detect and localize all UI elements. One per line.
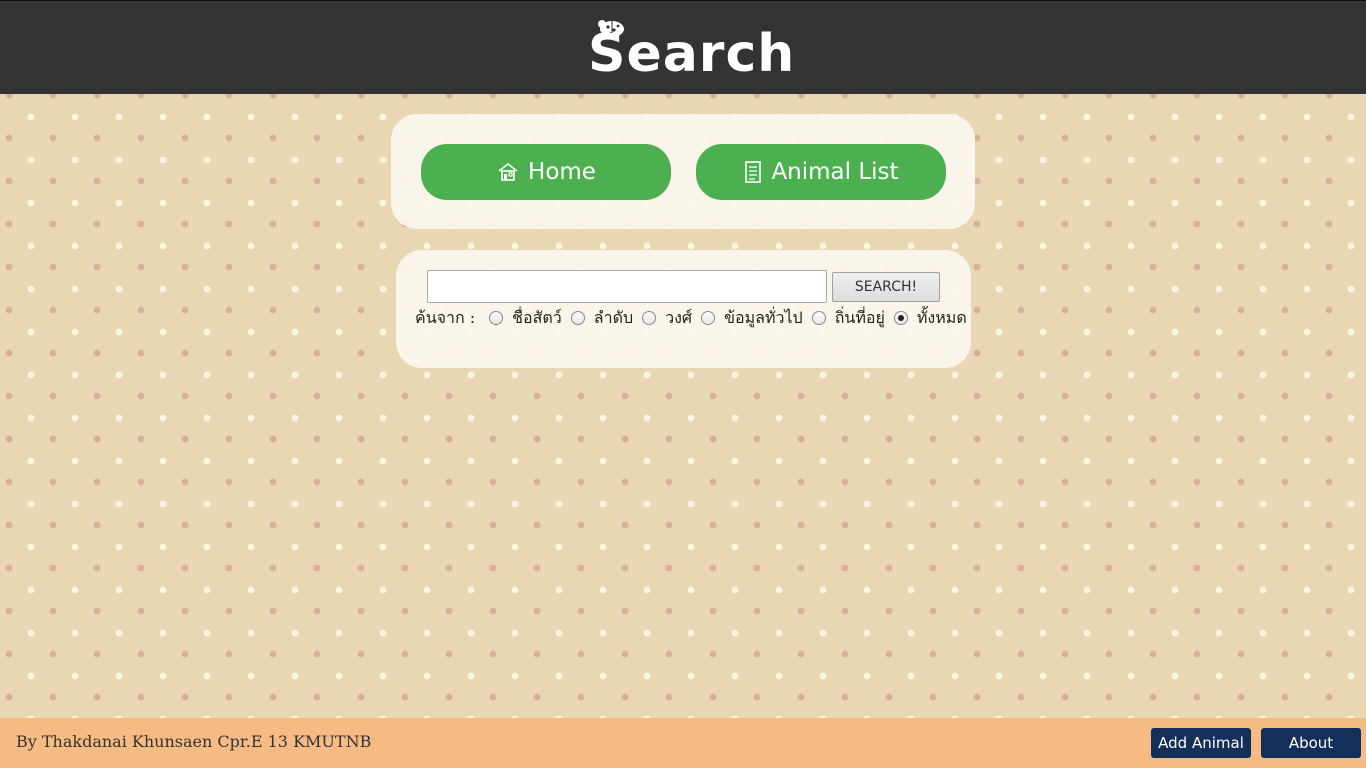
radio-general-info[interactable] bbox=[701, 311, 716, 325]
nav-panel: Home Animal List bbox=[391, 114, 975, 229]
home-icon bbox=[498, 162, 518, 181]
home-button-label: Home bbox=[528, 159, 596, 185]
site-logo[interactable]: Search bbox=[588, 15, 796, 89]
radio-animal-name[interactable] bbox=[489, 311, 504, 325]
animal-list-button[interactable]: Animal List bbox=[696, 144, 946, 200]
logo-text: Search bbox=[588, 24, 796, 84]
radio-family[interactable] bbox=[642, 311, 657, 325]
header-bar: Search bbox=[0, 0, 1366, 94]
search-button[interactable]: SEARCH! bbox=[832, 272, 940, 302]
filter-option-family[interactable]: วงศ์ bbox=[642, 306, 692, 331]
add-animal-button[interactable]: Add Animal bbox=[1151, 728, 1251, 758]
footer-bar: By Thakdanai Khunsaen Cpr.E 13 KMUTNB Ad… bbox=[0, 718, 1366, 768]
home-button[interactable]: Home bbox=[421, 144, 671, 200]
filter-option-order[interactable]: ลำดับ bbox=[570, 306, 634, 331]
filter-option-label: ลำดับ bbox=[593, 307, 634, 327]
document-icon bbox=[745, 161, 762, 183]
search-filter-row: ค้นจาก : ชื่อสัตว์ ลำดับ วงศ์ ข้อมูลทั่ว… bbox=[415, 306, 975, 330]
filter-option-general-info[interactable]: ข้อมูลทั่วไป bbox=[701, 306, 803, 331]
radio-habitat[interactable] bbox=[811, 311, 826, 325]
filter-option-animal-name[interactable]: ชื่อสัตว์ bbox=[489, 306, 562, 331]
animal-list-button-label: Animal List bbox=[771, 159, 899, 185]
filter-option-label: ถิ่นที่อยู่ bbox=[834, 307, 885, 327]
filter-option-label: วงศ์ bbox=[665, 307, 693, 327]
radio-order[interactable] bbox=[570, 311, 585, 325]
filter-option-label: ข้อมูลทั่วไป bbox=[724, 307, 803, 327]
filter-option-all[interactable]: ทั้งหมด bbox=[893, 306, 967, 331]
search-input[interactable] bbox=[427, 270, 827, 303]
search-panel: SEARCH! ค้นจาก : ชื่อสัตว์ ลำดับ วงศ์ ข้… bbox=[396, 250, 971, 368]
footer-credit: By Thakdanai Khunsaen Cpr.E 13 KMUTNB bbox=[16, 732, 372, 751]
filter-prefix-label: ค้นจาก : bbox=[415, 307, 476, 327]
filter-option-label: ชื่อสัตว์ bbox=[512, 307, 562, 327]
about-button[interactable]: About bbox=[1261, 728, 1361, 758]
filter-option-habitat[interactable]: ถิ่นที่อยู่ bbox=[811, 306, 885, 331]
filter-option-label: ทั้งหมด bbox=[916, 307, 967, 327]
radio-all[interactable] bbox=[893, 311, 908, 325]
